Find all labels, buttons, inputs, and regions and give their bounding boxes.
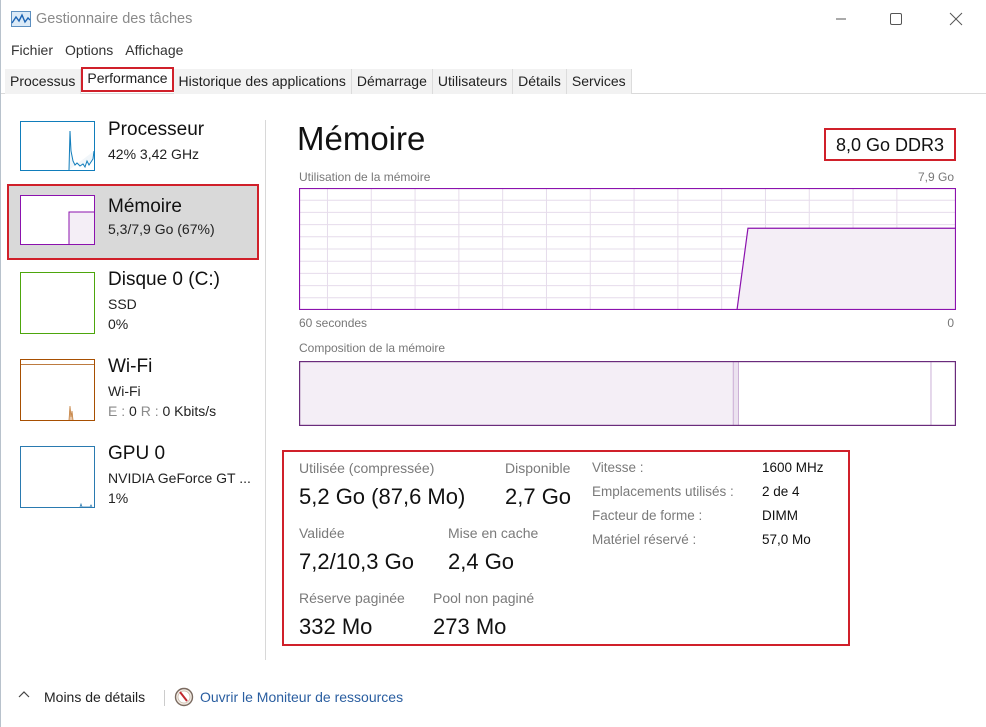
wifi-thumbnail-graph — [20, 359, 95, 421]
sidebar-value: 0% — [108, 316, 129, 332]
chevron-up-icon[interactable] — [18, 687, 30, 704]
sidebar-subtitle: Wi-Fi — [108, 383, 141, 399]
tab-utilisateurs[interactable]: Utilisateurs — [432, 69, 514, 94]
memory-stats-panel: Utilisée (compressée) 5,2 Go (87,6 Mo) D… — [282, 450, 850, 646]
composition-in-use — [299, 361, 734, 426]
hardware-reserved-value: 57,0 Mo — [762, 532, 811, 547]
slots-value: 2 de 4 — [762, 484, 800, 499]
menu-bar: Fichier Options Affichage — [1, 40, 185, 62]
composition-free — [930, 361, 956, 426]
nonpaged-pool-value: 273 Mo — [433, 614, 507, 639]
sidebar-item-memoire[interactable]: Mémoire 5,3/7,9 Go (67%) — [7, 184, 259, 260]
memory-spec: 8,0 Go DDR3 — [824, 128, 956, 161]
composition-label: Composition de la mémoire — [299, 341, 446, 355]
committed-value: 7,2/10,3 Go — [299, 549, 414, 574]
sidebar-title: Wi-Fi — [108, 356, 153, 377]
form-factor-value: DIMM — [762, 508, 798, 523]
window-title: Gestionnaire des tâches — [36, 11, 193, 27]
hardware-reserved-label: Matériel réservé : — [592, 532, 697, 547]
memory-usage-graph — [299, 188, 956, 310]
sidebar-throughput: E : 0 R : 0 Kbits/s — [108, 403, 216, 419]
sidebar-item-gpu[interactable]: GPU 0 NVIDIA GeForce GT ... 1% — [7, 442, 259, 518]
used-label: Utilisée (compressée) — [299, 460, 435, 476]
gpu-thumbnail-graph — [20, 446, 95, 508]
menu-fichier[interactable]: Fichier — [1, 40, 53, 62]
disk-thumbnail-graph — [20, 272, 95, 334]
sidebar-title: Processeur — [108, 119, 205, 140]
available-value: 2,7 Go — [505, 484, 572, 509]
sidebar-title: Mémoire — [108, 196, 182, 217]
maximize-icon — [890, 13, 902, 25]
committed-label: Validée — [299, 525, 345, 541]
recv-label: R : — [140, 403, 159, 419]
paged-pool-label: Réserve paginée — [299, 590, 405, 606]
tab-services[interactable]: Services — [566, 69, 632, 94]
minimize-button[interactable] — [818, 0, 864, 38]
task-manager-window: Gestionnaire des tâches Fichier Options … — [0, 0, 986, 727]
tab-bar: Processus Performance Historique des app… — [1, 67, 986, 94]
menu-options[interactable]: Options — [55, 40, 113, 62]
cached-label: Mise en cache — [448, 525, 539, 541]
speed-label: Vitesse : — [592, 460, 644, 475]
memory-thumbnail-graph — [20, 195, 95, 245]
sidebar-subtitle: 5,3/7,9 Go (67%) — [108, 221, 215, 237]
sidebar-item-disque[interactable]: Disque 0 (C:) SSD 0% — [7, 268, 259, 344]
close-icon — [949, 12, 963, 26]
title-bar: Gestionnaire des tâches — [1, 0, 986, 38]
close-button[interactable] — [933, 0, 979, 38]
sidebar-value: 1% — [108, 490, 129, 506]
footer-bar: Moins de détails Ouvrir le Moniteur de r… — [1, 685, 986, 711]
sidebar-subtitle: SSD — [108, 296, 137, 312]
nonpaged-pool-label: Pool non paginé — [433, 590, 535, 606]
time-axis-right: 0 — [947, 316, 954, 330]
sidebar-title: GPU 0 — [108, 443, 166, 464]
used-value: 5,2 Go (87,6 Mo) — [299, 484, 466, 509]
form-factor-label: Facteur de forme : — [592, 508, 703, 523]
cpu-thumbnail-graph — [20, 121, 95, 171]
send-value: 0 — [129, 403, 137, 419]
resource-monitor-icon — [174, 687, 194, 707]
send-label: E : — [108, 403, 126, 419]
sidebar-subtitle: 42% 3,42 GHz — [108, 146, 200, 162]
cached-value: 2,4 Go — [448, 549, 515, 574]
memory-composition-bar[interactable] — [299, 361, 956, 426]
time-axis-left: 60 secondes — [299, 316, 368, 330]
recv-value: 0 Kbits/s — [162, 403, 217, 419]
slots-label: Emplacements utilisés : — [592, 484, 734, 499]
sidebar-subtitle: NVIDIA GeForce GT ... — [108, 470, 251, 486]
available-label: Disponible — [505, 460, 571, 476]
menu-affichage[interactable]: Affichage — [115, 40, 183, 62]
speed-value: 1600 MHz — [762, 460, 824, 475]
sidebar-title: Disque 0 (C:) — [108, 269, 220, 290]
usage-graph-max: 7,9 Go — [917, 170, 954, 184]
tab-details[interactable]: Détails — [513, 69, 567, 94]
fewer-details-button[interactable]: Moins de détails — [44, 689, 145, 705]
composition-modified — [732, 361, 739, 426]
maximize-button[interactable] — [873, 0, 919, 38]
page-title: Mémoire — [297, 120, 426, 157]
open-resource-monitor-link[interactable]: Ouvrir le Moniteur de ressources — [200, 689, 403, 705]
sidebar-item-processeur[interactable]: Processeur 42% 3,42 GHz — [7, 118, 259, 194]
sidebar-item-wifi[interactable]: Wi-Fi Wi-Fi E : 0 R : 0 Kbits/s — [7, 355, 259, 431]
paged-pool-value: 332 Mo — [299, 614, 373, 639]
panel-divider[interactable] — [265, 120, 266, 660]
tab-historique[interactable]: Historique des applications — [173, 69, 352, 94]
minimize-icon — [836, 18, 846, 20]
usage-graph-label: Utilisation de la mémoire — [299, 170, 431, 184]
task-manager-icon — [11, 11, 31, 27]
tab-performance[interactable]: Performance — [81, 67, 174, 92]
tab-demarrage[interactable]: Démarrage — [351, 69, 433, 94]
footer-divider — [164, 690, 165, 706]
tab-processus[interactable]: Processus — [5, 69, 82, 94]
composition-standby — [738, 361, 932, 426]
